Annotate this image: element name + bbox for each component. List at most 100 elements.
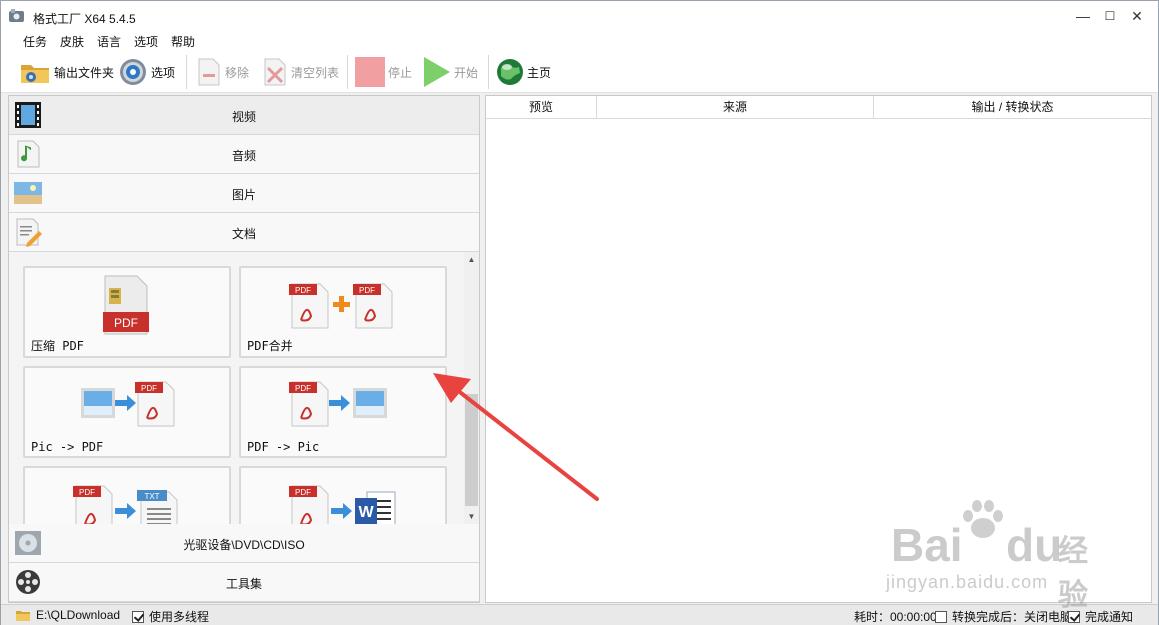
- elapsed-time: 耗时：00:00:00: [854, 608, 937, 625]
- clear-list-label: 清空列表: [291, 65, 340, 80]
- tile-pdf-to-pic[interactable]: PDF PDF -> Pic: [239, 366, 447, 458]
- stop-button[interactable]: 停止: [355, 57, 412, 87]
- scroll-up-button[interactable]: ▲: [464, 252, 479, 267]
- category-audio-label: 音频: [231, 149, 256, 163]
- app-window: 格式工厂 X64 5.4.5 — ☐ ✕ 任务 皮肤 语言 选项 帮助 输出文件…: [0, 0, 1159, 625]
- category-document-label: 文档: [231, 227, 256, 241]
- pdf-badge-text: PDF: [79, 488, 95, 497]
- remove-document-icon: [198, 58, 220, 86]
- tile-merge-pdf[interactable]: PDF PDF PDF合并: [239, 266, 447, 358]
- tools-scrollbar[interactable]: ▲ ▼: [464, 252, 479, 524]
- folder-icon: [16, 611, 30, 621]
- document-tools-grid: PDF 压缩 PDF PDF PDF PDF合并 PDF Pic -> PDF …: [9, 252, 464, 524]
- scroll-down-button[interactable]: ▼: [464, 509, 479, 524]
- output-folder-label: 输出文件夹: [54, 65, 115, 80]
- word-badge-text: W: [358, 504, 374, 521]
- maximize-button[interactable]: ☐: [1098, 6, 1122, 26]
- status-bar: E:\QLDownload 使用多线程 耗时：00:00:00 转换完成后：关闭…: [1, 604, 1158, 625]
- after-convert-option[interactable]: 转换完成后：关闭电脑: [935, 608, 1072, 625]
- watermark-brand-b: du: [1006, 519, 1063, 571]
- pdf-badge-text: PDF: [114, 316, 138, 330]
- category-image-label: 图片: [231, 188, 256, 202]
- paw-icon: [963, 500, 1003, 538]
- menu-language[interactable]: 语言: [97, 33, 121, 50]
- watermark-site: jingyan.baidu.com: [886, 572, 1049, 592]
- title-bar: 格式工厂 X64 5.4.5 — ☐ ✕: [1, 1, 1158, 31]
- pdf-badge-text: PDF: [141, 384, 157, 393]
- window-title: 格式工厂 X64 5.4.5: [33, 12, 136, 26]
- baidu-watermark: Bai du 经验 jingyan.baidu.com: [886, 496, 1106, 612]
- elapsed-time-text: 耗时：00:00:00: [854, 610, 937, 624]
- pdf-to-word-icon: PDF W: [289, 485, 396, 524]
- app-logo-icon: [9, 9, 24, 22]
- menu-skin[interactable]: 皮肤: [60, 33, 84, 50]
- home-label: 主页: [527, 65, 552, 80]
- globe-icon: [497, 59, 523, 85]
- multithread-checkbox[interactable]: [132, 610, 144, 623]
- tile-pic-to-pdf-label: Pic -> PDF: [31, 440, 104, 454]
- home-button[interactable]: 主页: [496, 57, 551, 87]
- tile-pdf-to-pic-label: PDF -> Pic: [247, 440, 320, 454]
- category-video[interactable]: 视频: [9, 96, 479, 135]
- tile-compress-pdf-label: 压缩 PDF: [31, 339, 84, 353]
- tile-merge-pdf-label: PDF合并: [247, 339, 293, 353]
- pdf-badge-text: PDF: [295, 488, 311, 497]
- toolbar-divider: [347, 55, 348, 89]
- tile-pic-to-pdf[interactable]: PDF Pic -> PDF: [23, 366, 231, 458]
- category-audio[interactable]: 音频: [9, 135, 479, 174]
- toolbar-divider: [186, 55, 187, 89]
- pdf-badge-text: PDF: [295, 286, 311, 295]
- output-path-text: E:\QLDownload: [36, 608, 121, 622]
- merge-pdf-icon: PDF PDF: [289, 283, 393, 329]
- category-image[interactable]: 图片: [9, 174, 479, 213]
- start-button[interactable]: 开始: [423, 57, 478, 87]
- pdf-to-txt-icon: PDF TXT: [73, 485, 178, 524]
- compress-pdf-icon: PDF: [103, 275, 149, 335]
- gear-icon: [120, 59, 146, 85]
- clear-list-icon: [264, 58, 286, 86]
- category-document[interactable]: 文档: [9, 213, 479, 252]
- options-button[interactable]: 选项: [118, 57, 175, 87]
- category-optical-drive-label: 光驱设备\DVD\CD\ISO: [183, 538, 305, 552]
- column-preview[interactable]: 预览: [486, 96, 597, 119]
- menu-help[interactable]: 帮助: [171, 33, 195, 50]
- stop-label: 停止: [388, 65, 413, 80]
- column-output-status[interactable]: 输出 / 转换状态: [874, 96, 1151, 119]
- remove-label: 移除: [225, 65, 250, 80]
- play-icon: [424, 57, 450, 87]
- output-folder-button[interactable]: 输出文件夹: [19, 57, 114, 87]
- after-convert-checkbox[interactable]: [935, 610, 947, 623]
- watermark-brand-cn: 经验: [1058, 535, 1088, 612]
- column-source[interactable]: 来源: [597, 96, 874, 119]
- pdf-to-pic-icon: PDF: [289, 381, 387, 427]
- category-panel: 视频 音频 图片 文档 PDF 压缩 PDF PDF PDF PDF合并 PDF…: [8, 95, 480, 603]
- start-label: 开始: [454, 65, 479, 80]
- multithread-label: 使用多线程: [149, 610, 210, 624]
- close-button[interactable]: ✕: [1125, 6, 1149, 26]
- pic-to-pdf-icon: PDF: [81, 381, 175, 427]
- after-convert-label: 转换完成后：关闭电脑: [952, 610, 1073, 624]
- options-label: 选项: [151, 65, 176, 80]
- multithread-option[interactable]: 使用多线程: [132, 608, 209, 625]
- pdf-badge-text: PDF: [295, 384, 311, 393]
- minimize-button[interactable]: —: [1071, 6, 1095, 26]
- category-video-label: 视频: [231, 110, 256, 124]
- clear-list-button[interactable]: 清空列表: [262, 57, 339, 87]
- pdf-badge-text: PDF: [359, 286, 375, 295]
- scroll-thumb[interactable]: [465, 394, 478, 506]
- remove-button[interactable]: 移除: [196, 57, 249, 87]
- menu-options[interactable]: 选项: [134, 33, 158, 50]
- category-optical-drive[interactable]: 光驱设备\DVD\CD\ISO: [9, 524, 479, 563]
- tile-compress-pdf[interactable]: PDF 压缩 PDF: [23, 266, 231, 358]
- output-path[interactable]: E:\QLDownload: [16, 608, 120, 622]
- folder-icon: [21, 65, 49, 83]
- menu-bar: 任务 皮肤 语言 选项 帮助: [1, 31, 1158, 51]
- menu-task[interactable]: 任务: [23, 33, 47, 50]
- category-tools[interactable]: 工具集: [9, 563, 479, 602]
- toolbar-divider: [488, 55, 489, 89]
- tile-pdf-to-txt[interactable]: PDF TXT: [23, 466, 231, 524]
- toolbar: 输出文件夹 选项 移除 清空列表 停止 开始 主页: [1, 51, 1158, 93]
- txt-badge-text: TXT: [144, 492, 159, 501]
- tile-pdf-to-word[interactable]: PDF W: [239, 466, 447, 524]
- stop-icon: [355, 57, 385, 87]
